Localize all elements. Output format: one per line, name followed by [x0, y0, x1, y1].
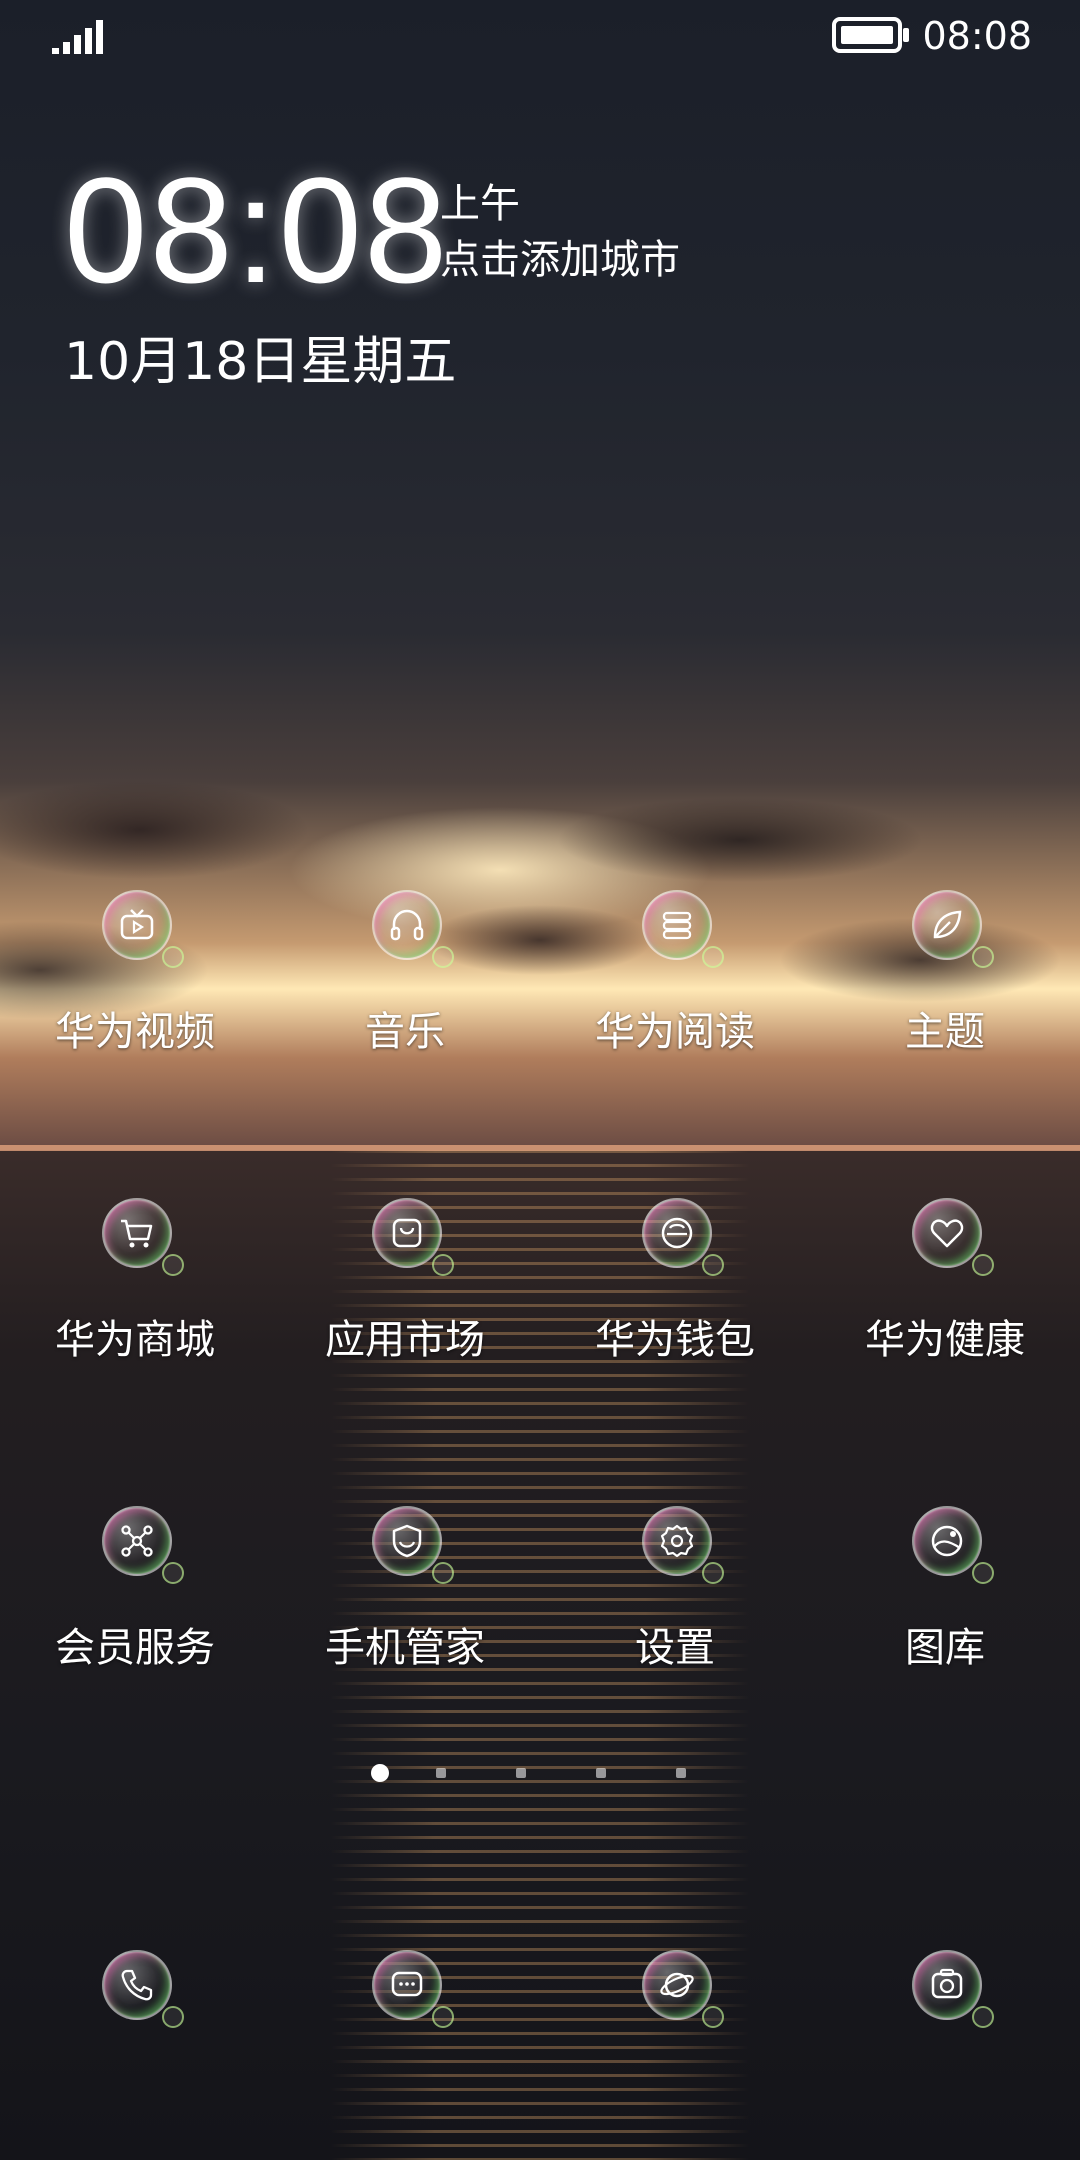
books-icon [642, 890, 724, 968]
clock-ampm: 上午 [440, 181, 520, 227]
app-huawei-video[interactable]: 华为视频 [0, 890, 270, 1090]
clock-time[interactable]: 08:08 [64, 150, 449, 310]
page-dot[interactable] [596, 1768, 606, 1778]
app-gallery[interactable]: 图库 [810, 1506, 1080, 1706]
heart-icon [912, 1198, 994, 1276]
app-label: 华为商城 [55, 1317, 215, 1363]
shield-icon [372, 1506, 454, 1584]
page-dot[interactable] [676, 1768, 686, 1778]
status-time: 08:08 [922, 14, 1032, 58]
browser-planet-icon [642, 1950, 724, 2028]
app-huawei-health[interactable]: 华为健康 [810, 1198, 1080, 1398]
phone-icon [102, 1950, 184, 2028]
dock-browser[interactable] [540, 1950, 810, 2030]
app-label: 设置 [635, 1625, 715, 1671]
app-huawei-wallet[interactable]: 华为钱包 [540, 1198, 810, 1398]
app-store-bag-icon [372, 1198, 454, 1276]
app-label: 华为钱包 [595, 1317, 755, 1363]
page-dot-active[interactable] [371, 1764, 389, 1782]
messages-icon [372, 1950, 454, 2028]
app-label: 华为健康 [865, 1317, 1025, 1363]
battery-full-icon [832, 17, 909, 53]
page-indicator[interactable] [360, 1763, 720, 1787]
network-nodes-icon [102, 1506, 184, 1584]
app-music[interactable]: 音乐 [270, 890, 540, 1090]
app-label: 华为视频 [55, 1009, 215, 1055]
camera-icon [912, 1950, 994, 2028]
app-label: 会员服务 [55, 1625, 215, 1671]
app-label: 华为阅读 [595, 1009, 755, 1055]
app-huawei-store[interactable]: 华为商城 [0, 1198, 270, 1398]
gallery-icon [912, 1506, 994, 1584]
app-phone-manager[interactable]: 手机管家 [270, 1506, 540, 1706]
dock-camera[interactable] [810, 1950, 1080, 2030]
app-label: 图库 [905, 1625, 985, 1671]
video-tv-icon [102, 890, 184, 968]
wallet-icon [642, 1198, 724, 1276]
shopping-cart-icon [102, 1198, 184, 1276]
gear-icon [642, 1506, 724, 1584]
app-settings[interactable]: 设置 [540, 1506, 810, 1706]
dock-phone[interactable] [0, 1950, 270, 2030]
app-label: 应用市场 [325, 1317, 485, 1363]
app-member-services[interactable]: 会员服务 [0, 1506, 270, 1706]
clock-weather-widget[interactable]: 08:08 上午 点击添加城市 10月18日星期五 [64, 150, 964, 410]
app-huawei-reading[interactable]: 华为阅读 [540, 890, 810, 1090]
leaf-icon [912, 890, 994, 968]
app-themes[interactable]: 主题 [810, 890, 1080, 1090]
page-dot[interactable] [516, 1768, 526, 1778]
clock-date: 10月18日星期五 [64, 332, 457, 392]
app-label: 音乐 [365, 1009, 445, 1055]
dock-messages[interactable] [270, 1950, 540, 2030]
signal-bars-icon [52, 20, 103, 54]
add-city-link[interactable]: 点击添加城市 [440, 236, 680, 284]
status-bar: 08:08 [0, 0, 1080, 72]
app-appgallery[interactable]: 应用市场 [270, 1198, 540, 1398]
wallpaper-horizon [0, 1145, 1080, 1151]
app-label: 主题 [905, 1009, 985, 1055]
page-dot[interactable] [436, 1768, 446, 1778]
headphones-icon [372, 890, 454, 968]
app-label: 手机管家 [325, 1625, 485, 1671]
